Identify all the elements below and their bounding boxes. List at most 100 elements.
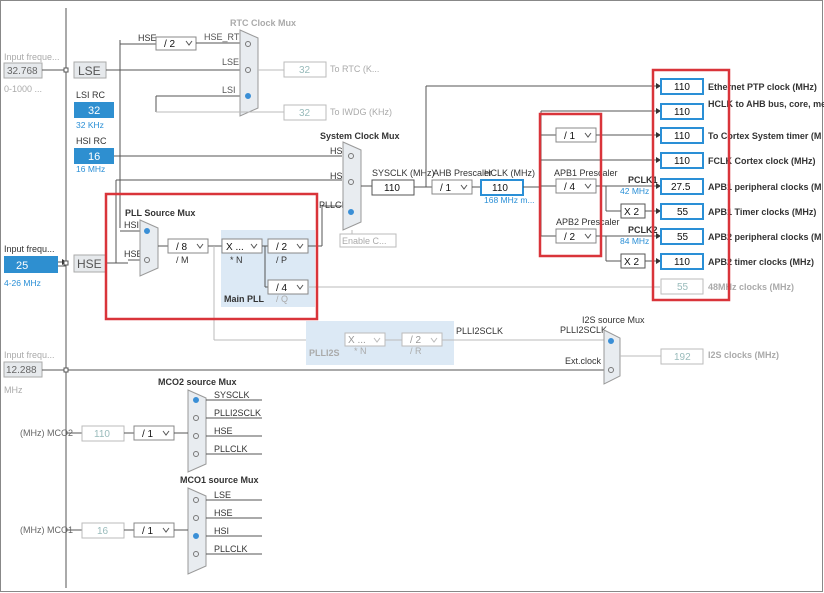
system-clock-mux-title: System Clock Mux (320, 131, 400, 141)
hsi-frequency: 16 MHz (76, 164, 105, 174)
ethernet-ptp-clock-value: 110 (674, 82, 690, 93)
hse-frequency-value: 25 (16, 260, 28, 272)
pll-p-label: / P (276, 255, 287, 265)
enable-css-label: Enable C... (342, 236, 387, 246)
hsi-rc-value: 16 (88, 151, 100, 163)
hse-range-label: 4-26 MHz (4, 278, 41, 288)
main-pll-label: Main PLL (224, 294, 265, 304)
output-1: 110 Ethernet PTP clock (MHz) (656, 78, 817, 95)
mco1-source-mux[interactable] (187, 487, 207, 575)
usb-48mhz-label: 48MHz clocks (MHz) (708, 282, 794, 292)
mco2-output-value: 110 (94, 429, 110, 440)
output-9: 55 48MHz clocks (MHz) (660, 278, 794, 295)
to-rtc-label: To RTC (K... (330, 64, 379, 74)
clock-configuration-diagram: Input freque... 32.768 0-1000 ... LSE LS… (0, 0, 824, 593)
to-iwdg-label: To IWDG (KHz) (330, 107, 392, 117)
mco1-hse-label: HSE (214, 508, 233, 518)
cortex-system-timer-value: 110 (674, 131, 690, 142)
apb2-prescaler-label: APB2 Prescaler (556, 217, 620, 227)
i2s-ext-frequency-value: 12.288 (6, 365, 37, 376)
output-8: 110 APB2 timer clocks (MHz) (656, 253, 814, 270)
rtc-lse-label: LSE (222, 57, 239, 67)
plli2s-n-multiplier-value: X ... (348, 335, 366, 346)
mco1-lse-label: LSE (214, 490, 231, 500)
i2s-input-frequency-label: Input frequ... (4, 350, 55, 360)
i2s-mux-plli2sclk-label: PLLI2SCLK (560, 325, 607, 335)
apb2-timer-value: 110 (674, 257, 690, 268)
hclk-value: 110 (492, 183, 508, 194)
sysclk-label: SYSCLK (MHz) (372, 168, 435, 178)
rtc-hse-divider-value: / 2 (164, 39, 176, 50)
plli2sclk-label: PLLI2SCLK (456, 326, 503, 336)
mco2-source-mux-title: MCO2 source Mux (158, 377, 237, 387)
apb1-timer-value: 55 (677, 207, 689, 218)
output-5: 27.5 APB1 peripheral clocks (M (656, 178, 822, 195)
pll-m-divider-value: / 8 (176, 242, 188, 253)
apb1-prescaler-value: / 4 (564, 182, 576, 193)
mco2-divider-value: / 1 (142, 429, 154, 440)
pll-n-multiplier-value: X ... (226, 242, 244, 253)
pll-hsi-label: HSI (124, 220, 139, 230)
apb2-peripheral-value: 55 (677, 232, 689, 243)
rtc-clock-mux[interactable] (239, 29, 259, 117)
fclk-cortex-value: 110 (674, 156, 690, 167)
hclk-ahb-value: 110 (674, 107, 690, 118)
i2s-source-mux-title: I2S source Mux (582, 315, 645, 325)
rtc-hse-label: HSE (138, 33, 157, 43)
hclk-max-label: 168 MHz m... (484, 195, 535, 205)
apb2-timer-label: APB2 timer clocks (MHz) (708, 257, 814, 267)
mco2-plli2sclk-label: PLLI2SCLK (214, 408, 261, 418)
plli2s-label: PLLI2S (309, 348, 340, 358)
pll-source-mux-title: PLL Source Mux (125, 208, 195, 218)
apb2-timer-multiplier-value: X 2 (624, 257, 639, 268)
hse-input-frequency-label: Input frequ... (4, 244, 55, 254)
hse-label: HSE (77, 257, 102, 271)
pll-p-divider-value: / 2 (276, 242, 288, 253)
apb1-prescaler-label: APB1 Prescaler (554, 168, 618, 178)
lsi-rc-value: 32 (88, 105, 100, 117)
pll-q-label: / Q (276, 294, 288, 304)
apb1-peripheral-value: 27.5 (671, 182, 691, 193)
mco1-output-value: 16 (97, 526, 109, 537)
pclk1-max-label: 42 MHz (620, 186, 649, 196)
rtc-clock-mux-title: RTC Clock Mux (230, 18, 296, 28)
pll-source-mux[interactable] (139, 219, 159, 277)
output-6: 55 APB1 Timer clocks (MHz) (656, 203, 816, 220)
pll-q-divider-value: / 4 (276, 283, 288, 294)
i2s-clocks-value: 192 (674, 352, 691, 363)
pll-m-label: / M (176, 255, 189, 265)
rtc-lsi-label: LSI (222, 85, 236, 95)
cortex-system-timer-label: To Cortex System timer (M (708, 131, 821, 141)
mco2-sysclk-label: SYSCLK (214, 390, 250, 400)
output-3: 110 To Cortex System timer (M (656, 127, 821, 144)
ethernet-ptp-clock-label: Ethernet PTP clock (MHz) (708, 82, 817, 92)
lse-label: LSE (78, 64, 101, 78)
output-7: 55 APB2 peripheral clocks (M (656, 228, 822, 245)
output-4: 110 FCLK Cortex clock (MHz) (656, 152, 816, 169)
apb2-prescaler-value: / 2 (564, 232, 576, 243)
i2s-ext-unit: MHz (4, 385, 23, 395)
pll-n-label: * N (230, 255, 243, 265)
apb1-timer-multiplier-value: X 2 (624, 207, 639, 218)
lse-input-frequency-label: Input freque... (4, 52, 60, 62)
system-clock-mux[interactable] (342, 141, 362, 231)
cortex-timer-divider-value: / 1 (564, 131, 576, 142)
fclk-cortex-label: FCLK Cortex clock (MHz) (708, 156, 816, 166)
apb1-peripheral-label: APB1 peripheral clocks (M (708, 182, 822, 192)
lse-range-label: 0-1000 ... (4, 84, 42, 94)
hclk-ahb-label: HCLK to AHB bus, core, memory and DMA (M… (708, 99, 824, 109)
lsi-frequency: 32 KHz (76, 120, 104, 130)
apb1-timer-label: APB1 Timer clocks (MHz) (708, 207, 816, 217)
hsi-rc-label: HSI RC (76, 136, 107, 146)
plli2s-r-divider-value: / 2 (410, 335, 422, 346)
hse-frequency-field[interactable] (4, 256, 58, 273)
mco1-divider-value: / 1 (142, 526, 154, 537)
i2s-source-mux[interactable] (603, 329, 621, 385)
i2s-clocks-label: I2S clocks (MHz) (708, 350, 779, 360)
apb2-peripheral-label: APB2 peripheral clocks (M (708, 232, 822, 242)
hclk-label: HCLK (MHz) (484, 168, 535, 178)
rtc-output-value: 32 (299, 65, 311, 76)
mco1-pllclk-label: PLLCLK (214, 544, 248, 554)
mco2-hse-label: HSE (214, 426, 233, 436)
sysclk-value: 110 (384, 183, 400, 194)
